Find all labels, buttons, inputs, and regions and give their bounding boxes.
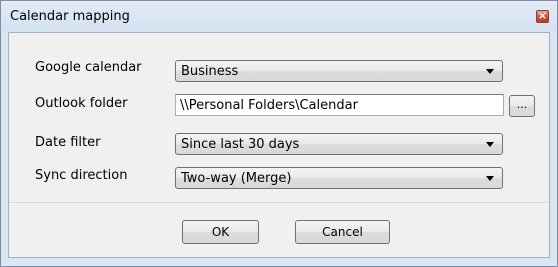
close-icon: × <box>537 9 548 22</box>
outlook-folder-value: \\Personal Folders\Calendar <box>180 98 358 113</box>
button-area: OK Cancel <box>9 202 549 257</box>
google-calendar-value: Business <box>181 64 239 79</box>
date-filter-dropdown[interactable]: Since last 30 days <box>175 133 503 155</box>
google-calendar-label: Google calendar <box>35 60 142 75</box>
date-filter-label: Date filter <box>35 135 101 150</box>
dialog-window: Calendar mapping × Google calendar Busin… <box>0 0 558 267</box>
sync-direction-label: Sync direction <box>35 168 128 183</box>
title-bar[interactable]: Calendar mapping × <box>1 1 557 31</box>
outlook-folder-field[interactable]: \\Personal Folders\Calendar <box>175 94 504 116</box>
date-filter-value: Since last 30 days <box>181 137 300 152</box>
window-title: Calendar mapping <box>10 9 130 24</box>
sync-direction-dropdown[interactable]: Two-way (Merge) <box>175 167 503 189</box>
dialog-content: Google calendar Business Outlook folder … <box>8 32 550 258</box>
dropdown-arrow-icon <box>486 176 494 181</box>
cancel-button[interactable]: Cancel <box>295 220 390 244</box>
google-calendar-dropdown[interactable]: Business <box>175 60 503 82</box>
close-button[interactable]: × <box>536 9 549 23</box>
outlook-folder-label: Outlook folder <box>35 96 128 111</box>
browse-folder-button[interactable]: ... <box>509 95 535 117</box>
dropdown-arrow-icon <box>486 69 494 74</box>
sync-direction-value: Two-way (Merge) <box>181 171 292 186</box>
form-area: Google calendar Business Outlook folder … <box>9 33 549 205</box>
ok-button[interactable]: OK <box>182 220 259 244</box>
dropdown-arrow-icon <box>486 142 494 147</box>
